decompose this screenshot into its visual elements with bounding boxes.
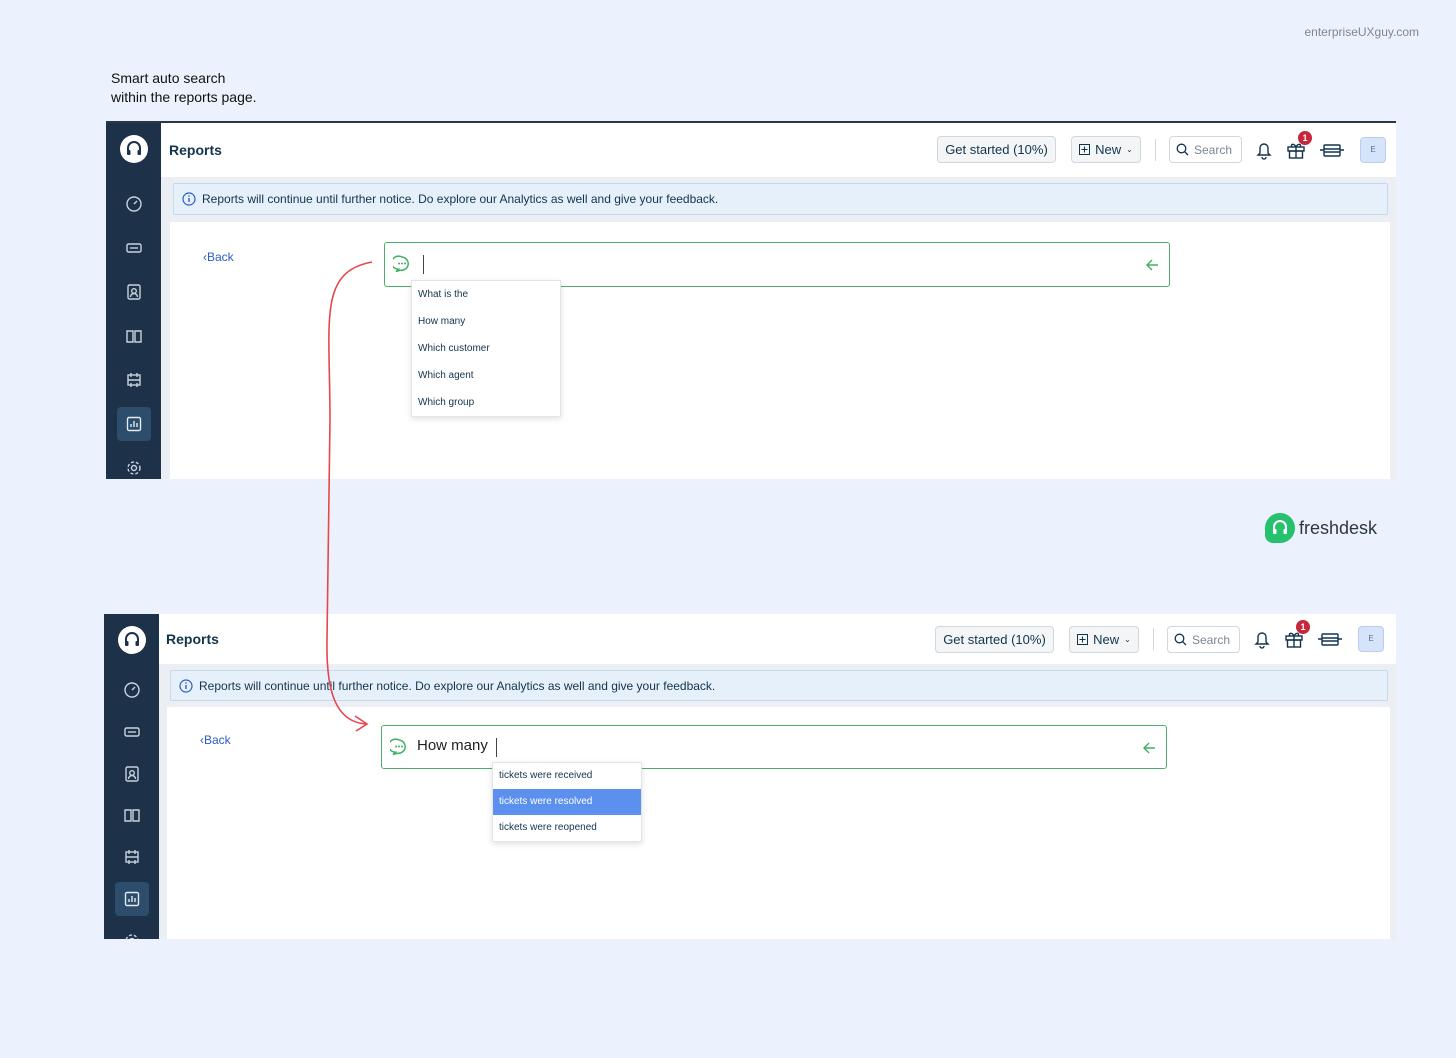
get-started-button[interactable]: Get started (10%) — [935, 626, 1054, 653]
reports-content: ‹Back How many tickets were received tic… — [167, 707, 1390, 939]
divider — [1153, 628, 1154, 650]
back-label: Back — [207, 250, 234, 264]
user-avatar[interactable]: E — [1360, 137, 1386, 163]
notification-badge: 1 — [1298, 131, 1312, 145]
freshdesk-logo-icon[interactable] — [118, 626, 146, 654]
sidebar — [104, 614, 159, 939]
freshdesk-wordmark: freshdesk — [1299, 517, 1378, 538]
info-icon — [182, 192, 196, 206]
caption: Smart auto search within the reports pag… — [111, 69, 257, 107]
suggestion-option-selected[interactable]: tickets were resolved — [493, 789, 641, 815]
chevron-down-icon: ⌄ — [1124, 635, 1131, 644]
freshdesk-logo-icon[interactable] — [120, 135, 148, 163]
suggestion-option[interactable]: Which agent — [412, 362, 560, 389]
divider — [1155, 139, 1156, 161]
apps-switcher-icon[interactable] — [1319, 139, 1345, 161]
search-placeholder: Search — [1192, 632, 1231, 647]
chevron-down-icon: ⌄ — [1126, 145, 1133, 154]
get-started-button[interactable]: Get started (10%) — [937, 136, 1056, 163]
arrow-left-icon[interactable] — [1142, 741, 1156, 755]
top-navigation: Reports Get started (10%) New ⌄ Search 1… — [161, 123, 1396, 177]
admin-icon[interactable] — [117, 451, 151, 479]
plus-square-icon — [1077, 634, 1089, 645]
suggestions-dropdown: What is the How many Which customer Whic… — [411, 280, 561, 417]
page-title: Reports — [166, 631, 219, 647]
back-link[interactable]: ‹Back — [203, 250, 234, 264]
info-icon — [179, 678, 193, 693]
forums-icon[interactable] — [117, 363, 151, 397]
search-icon — [1176, 143, 1189, 156]
reports-icon[interactable] — [115, 882, 149, 916]
plus-square-icon — [1079, 144, 1091, 155]
admin-icon[interactable] — [115, 924, 149, 939]
search-placeholder: Search — [1194, 142, 1233, 157]
sidebar — [106, 123, 161, 479]
search-icon — [1174, 633, 1187, 646]
query-text: How many — [417, 737, 488, 754]
dashboard-icon[interactable] — [115, 673, 149, 707]
new-button-label: New — [1093, 632, 1120, 647]
search-box[interactable]: Search — [1169, 136, 1242, 163]
tickets-icon[interactable] — [117, 231, 151, 265]
caption-line-1: Smart auto search — [111, 70, 226, 86]
freshdesk-brand: freshdesk — [1265, 513, 1377, 543]
reports-icon[interactable] — [117, 407, 151, 441]
suggestion-option[interactable]: tickets were reopened — [493, 815, 641, 841]
contacts-icon[interactable] — [117, 275, 151, 309]
forums-icon[interactable] — [115, 840, 149, 874]
freshdesk-headset-icon — [1265, 513, 1295, 543]
new-button[interactable]: New ⌄ — [1069, 626, 1139, 653]
suggestion-option[interactable]: What is the — [412, 281, 560, 308]
reports-content: ‹Back What is the How many Which custome… — [170, 222, 1390, 479]
text-cursor — [423, 255, 424, 274]
info-banner: Reports will continue until further noti… — [170, 670, 1388, 701]
chat-bubble-icon — [393, 255, 409, 273]
back-link[interactable]: ‹Back — [200, 733, 231, 747]
reports-screen-typed: Reports Get started (10%) New ⌄ Search 1… — [104, 614, 1396, 939]
solutions-icon[interactable] — [117, 319, 151, 353]
tickets-icon[interactable] — [115, 715, 149, 749]
suggestion-option[interactable]: tickets were received — [493, 763, 641, 789]
info-banner: Reports will continue until further noti… — [173, 183, 1388, 215]
apps-switcher-icon[interactable] — [1317, 628, 1343, 650]
caption-line-2: within the reports page. — [111, 89, 257, 105]
suggestion-option[interactable]: Which customer — [412, 335, 560, 362]
notifications-bell-icon[interactable] — [1251, 628, 1273, 650]
reports-screen-empty: Reports Get started (10%) New ⌄ Search 1… — [106, 121, 1396, 479]
notifications-bell-icon[interactable] — [1253, 139, 1275, 161]
text-cursor — [496, 738, 497, 757]
watermark: enterpriseUXguy.com — [1304, 25, 1420, 39]
suggestion-option[interactable]: Which group — [412, 389, 560, 416]
page-title: Reports — [169, 142, 222, 158]
arrow-left-icon[interactable] — [1145, 258, 1159, 272]
user-avatar[interactable]: E — [1358, 626, 1384, 652]
dashboard-icon[interactable] — [117, 187, 151, 221]
search-box[interactable]: Search — [1167, 626, 1240, 653]
new-button-label: New — [1095, 142, 1122, 157]
gift-icon[interactable]: 1 — [1285, 131, 1312, 161]
banner-text: Reports will continue until further noti… — [199, 678, 716, 693]
new-button[interactable]: New ⌄ — [1071, 136, 1141, 163]
suggestions-dropdown: tickets were received tickets were resol… — [492, 762, 642, 842]
back-label: Back — [204, 733, 231, 747]
contacts-icon[interactable] — [115, 757, 149, 791]
chat-bubble-icon — [390, 738, 406, 756]
notification-badge: 1 — [1296, 620, 1310, 634]
top-navigation: Reports Get started (10%) New ⌄ Search 1… — [159, 614, 1396, 664]
gift-icon[interactable]: 1 — [1283, 620, 1310, 650]
banner-text: Reports will continue until further noti… — [202, 192, 719, 206]
suggestion-option[interactable]: How many — [412, 308, 560, 335]
solutions-icon[interactable] — [115, 798, 149, 832]
